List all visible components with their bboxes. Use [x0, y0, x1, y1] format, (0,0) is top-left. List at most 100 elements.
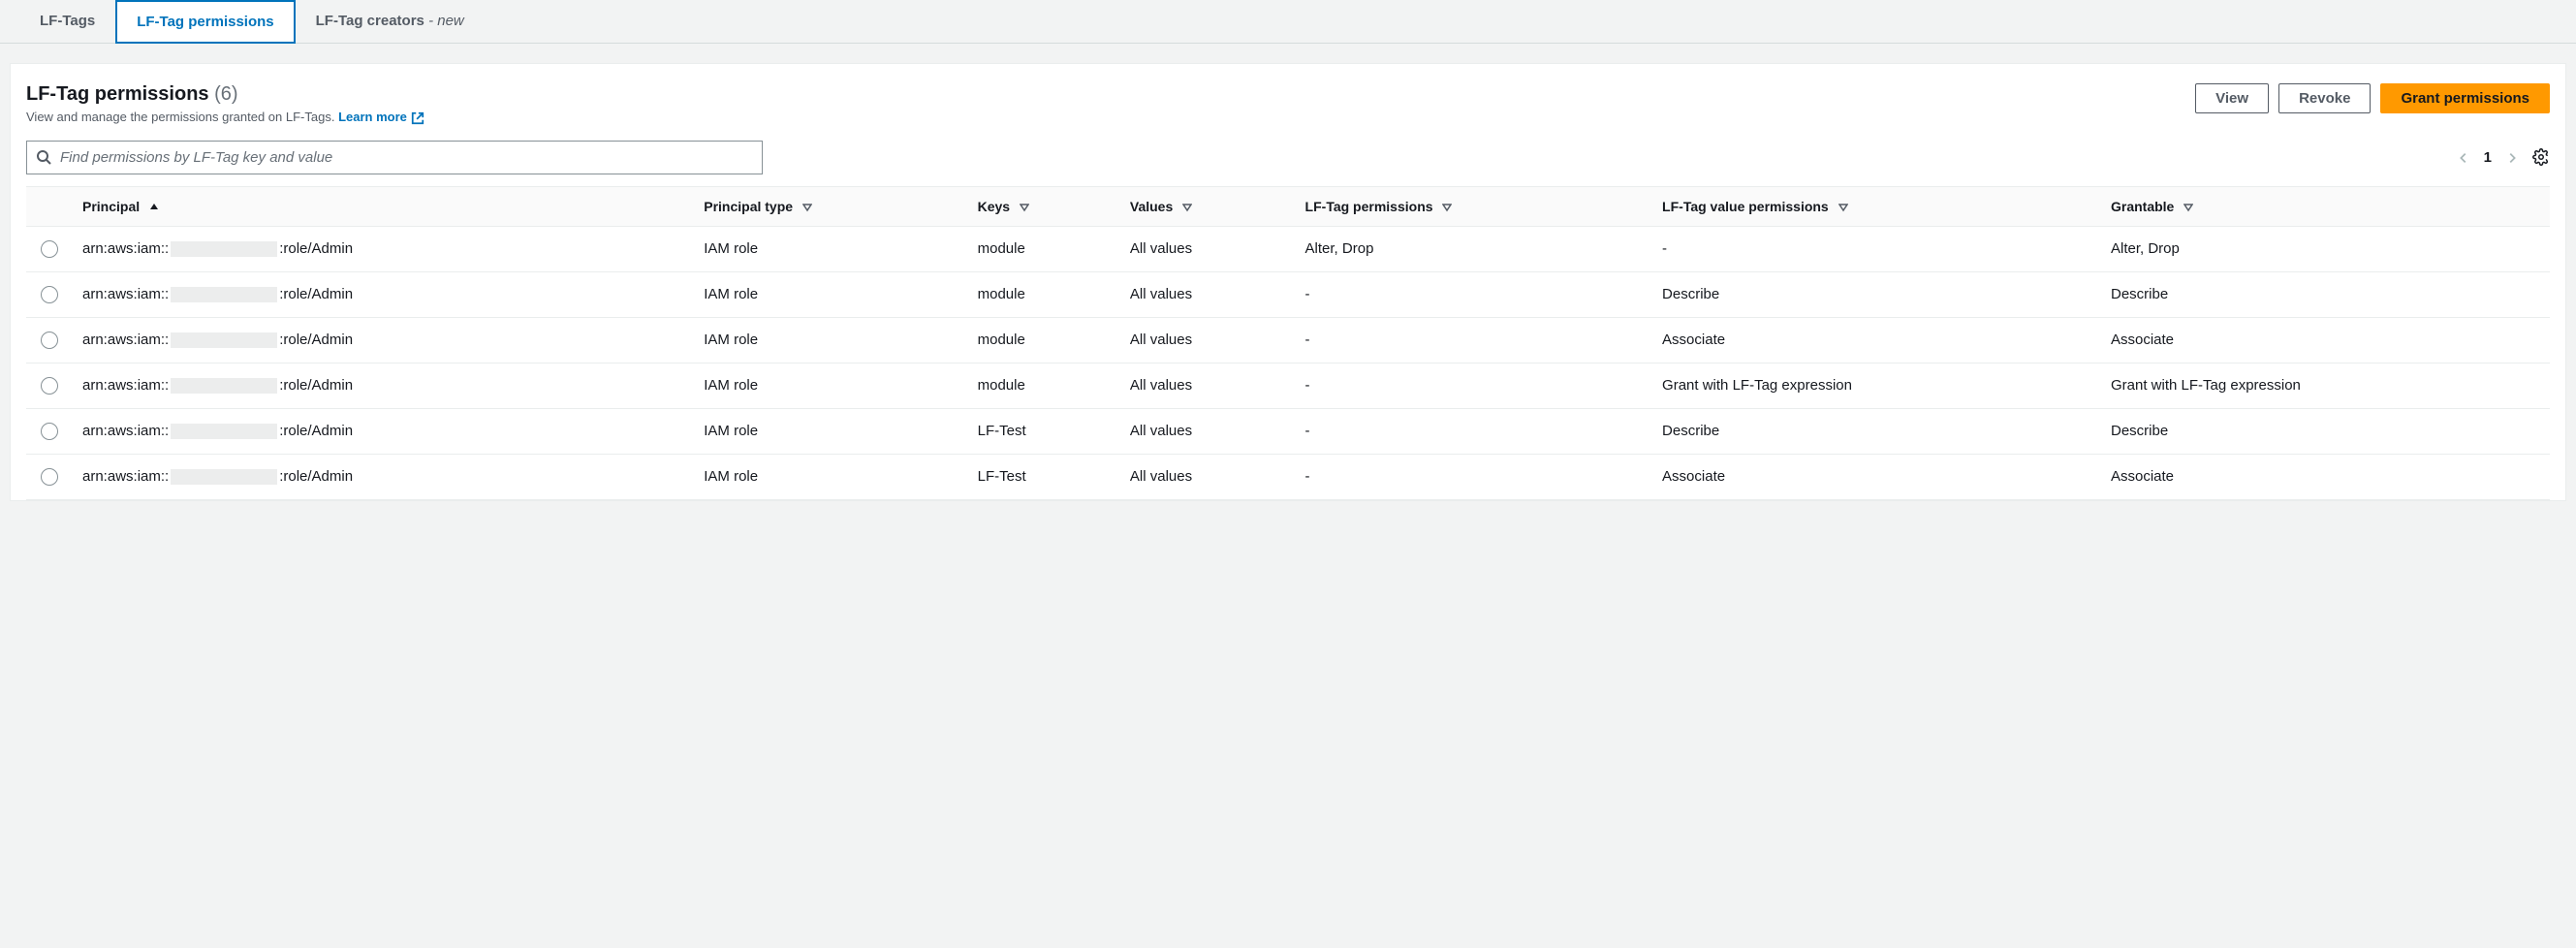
row-select-radio[interactable]: [41, 240, 58, 258]
col-label: LF-Tag value permissions: [1662, 199, 1829, 214]
learn-more-link[interactable]: Learn more: [338, 110, 424, 124]
cell-values: All values: [1120, 271, 1296, 317]
filter-icon: [1838, 203, 1848, 212]
table-row: arn:aws:iam:::role/Admin IAM role module…: [26, 363, 2550, 408]
principal-suffix: :role/Admin: [279, 240, 353, 257]
cell-principal: arn:aws:iam:::role/Admin: [73, 454, 694, 499]
col-principal-type[interactable]: Principal type: [694, 186, 967, 226]
table-row: arn:aws:iam:::role/Admin IAM role LF-Tes…: [26, 454, 2550, 499]
filter-icon: [1442, 203, 1452, 212]
tabs-bar: LF-Tags LF-Tag permissions LF-Tag creato…: [0, 0, 2576, 44]
tab-lf-tag-creators[interactable]: LF-Tag creators - new: [296, 0, 485, 44]
cell-grantable: Describe: [2101, 408, 2550, 454]
table-row: arn:aws:iam:::role/Admin IAM role module…: [26, 317, 2550, 363]
page-subtitle: View and manage the permissions granted …: [26, 110, 424, 125]
principal-suffix: :role/Admin: [279, 377, 353, 394]
cell-keys: module: [968, 317, 1120, 363]
title-text: LF-Tag permissions: [26, 83, 209, 105]
row-select-radio[interactable]: [41, 377, 58, 395]
action-buttons: View Revoke Grant permissions: [2195, 83, 2550, 113]
col-principal[interactable]: Principal: [73, 186, 694, 226]
cell-grantable: Associate: [2101, 454, 2550, 499]
cell-principal-type: IAM role: [694, 454, 967, 499]
cell-lf-tag-value-permissions: -: [1652, 226, 2101, 271]
panel-header: LF-Tag permissions (6) View and manage t…: [26, 83, 2550, 125]
principal-prefix: arn:aws:iam::: [82, 468, 169, 485]
col-lf-tag-permissions[interactable]: LF-Tag permissions: [1296, 186, 1653, 226]
title-count: (6): [214, 83, 237, 105]
row-select-radio[interactable]: [41, 332, 58, 349]
search-wrap: [26, 141, 763, 174]
filter-icon: [2183, 203, 2193, 212]
table-row: arn:aws:iam:::role/Admin IAM role LF-Tes…: [26, 408, 2550, 454]
principal-prefix: arn:aws:iam::: [82, 286, 169, 302]
cell-keys: module: [968, 271, 1120, 317]
cell-principal-type: IAM role: [694, 317, 967, 363]
cell-lf-tag-value-permissions: Associate: [1652, 317, 2101, 363]
cell-lf-tag-permissions: -: [1296, 454, 1653, 499]
chevron-left-icon: [2457, 151, 2470, 165]
toolbar: 1: [26, 141, 2550, 174]
cell-principal: arn:aws:iam:::role/Admin: [73, 363, 694, 408]
filter-icon: [802, 203, 812, 212]
cell-principal: arn:aws:iam:::role/Admin: [73, 226, 694, 271]
cell-lf-tag-permissions: -: [1296, 271, 1653, 317]
cell-values: All values: [1120, 408, 1296, 454]
col-label: Grantable: [2111, 199, 2174, 214]
cell-principal-type: IAM role: [694, 363, 967, 408]
cell-principal: arn:aws:iam:::role/Admin: [73, 271, 694, 317]
cell-principal-type: IAM role: [694, 226, 967, 271]
page-title: LF-Tag permissions (6): [26, 83, 238, 106]
pager: 1: [2457, 148, 2550, 166]
cell-grantable: Alter, Drop: [2101, 226, 2550, 271]
search-input[interactable]: [26, 141, 763, 174]
page-number: 1: [2484, 149, 2492, 166]
redacted-account-id: [171, 378, 277, 394]
filter-icon: [1182, 203, 1192, 212]
col-select: [26, 186, 73, 226]
col-label: Keys: [978, 199, 1010, 214]
tab-label: LF-Tag permissions: [137, 14, 273, 30]
principal-prefix: arn:aws:iam::: [82, 377, 169, 394]
col-grantable[interactable]: Grantable: [2101, 186, 2550, 226]
cell-lf-tag-permissions: Alter, Drop: [1296, 226, 1653, 271]
view-button[interactable]: View: [2195, 83, 2269, 113]
cell-values: All values: [1120, 226, 1296, 271]
prev-page-button[interactable]: [2457, 149, 2470, 165]
cell-grantable: Grant with LF-Tag expression: [2101, 363, 2550, 408]
chevron-right-icon: [2505, 151, 2519, 165]
learn-more-label: Learn more: [338, 110, 407, 124]
col-lf-tag-value-permissions[interactable]: LF-Tag value permissions: [1652, 186, 2101, 226]
settings-button[interactable]: [2532, 148, 2550, 166]
col-label: Principal type: [704, 199, 793, 214]
col-label: LF-Tag permissions: [1305, 199, 1433, 214]
cell-principal-type: IAM role: [694, 408, 967, 454]
col-label: Principal: [82, 199, 140, 214]
col-keys[interactable]: Keys: [968, 186, 1120, 226]
cell-grantable: Describe: [2101, 271, 2550, 317]
principal-suffix: :role/Admin: [279, 423, 353, 439]
gear-icon: [2532, 148, 2550, 166]
cell-lf-tag-value-permissions: Describe: [1652, 408, 2101, 454]
row-select-radio[interactable]: [41, 286, 58, 303]
principal-prefix: arn:aws:iam::: [82, 423, 169, 439]
redacted-account-id: [171, 241, 277, 257]
principal-prefix: arn:aws:iam::: [82, 332, 169, 348]
revoke-button[interactable]: Revoke: [2278, 83, 2371, 113]
cell-values: All values: [1120, 317, 1296, 363]
permissions-table: Principal Principal type Keys Values LF-…: [26, 186, 2550, 500]
col-values[interactable]: Values: [1120, 186, 1296, 226]
principal-suffix: :role/Admin: [279, 286, 353, 302]
grant-permissions-button[interactable]: Grant permissions: [2380, 83, 2550, 113]
redacted-account-id: [171, 424, 277, 439]
tab-lf-tag-permissions[interactable]: LF-Tag permissions: [115, 0, 295, 44]
row-select-radio[interactable]: [41, 423, 58, 440]
next-page-button[interactable]: [2505, 149, 2519, 165]
search-icon: [36, 149, 51, 165]
tab-lf-tags[interactable]: LF-Tags: [19, 0, 115, 44]
row-select-radio[interactable]: [41, 468, 58, 486]
cell-principal: arn:aws:iam:::role/Admin: [73, 408, 694, 454]
cell-keys: LF-Test: [968, 454, 1120, 499]
table-header-row: Principal Principal type Keys Values LF-…: [26, 186, 2550, 226]
cell-keys: module: [968, 363, 1120, 408]
